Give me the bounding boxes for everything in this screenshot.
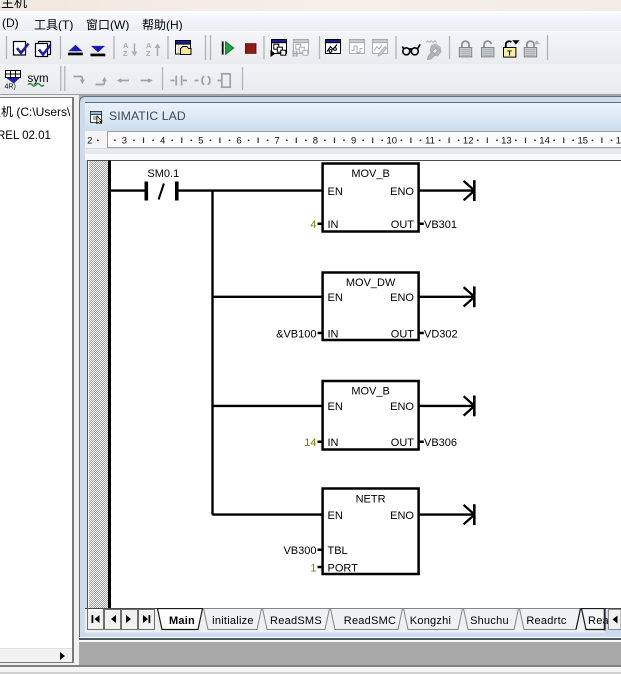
- svg-text:TBL: TBL: [328, 545, 348, 557]
- svg-text:ReadSMC: ReadSMC: [344, 615, 397, 627]
- svg-text:EN: EN: [328, 292, 343, 304]
- svg-text:9: 9: [351, 136, 356, 147]
- svg-text:ReadSMS: ReadSMS: [270, 615, 322, 627]
- svg-text:VB301: VB301: [424, 219, 457, 231]
- svg-text:OUT: OUT: [391, 437, 415, 449]
- svg-text:ENO: ENO: [390, 401, 414, 413]
- svg-text:OUT: OUT: [391, 219, 415, 231]
- svg-text:14: 14: [304, 437, 316, 449]
- svg-text:IN: IN: [328, 219, 339, 231]
- svg-text:11: 11: [425, 136, 435, 147]
- svg-text:EN: EN: [328, 510, 343, 522]
- svg-text:12: 12: [463, 136, 474, 147]
- svg-text:ENO: ENO: [390, 292, 414, 304]
- svg-text:T: T: [507, 48, 512, 57]
- svg-text:Z: Z: [123, 49, 128, 58]
- svg-text:EN: EN: [328, 186, 343, 198]
- svg-text:4: 4: [160, 136, 165, 147]
- svg-text:SM0.1: SM0.1: [147, 168, 179, 180]
- svg-text:ENO: ENO: [390, 510, 414, 522]
- svg-text:6: 6: [236, 136, 241, 147]
- svg-text:Kongzhi: Kongzhi: [410, 615, 452, 627]
- svg-text:8: 8: [313, 136, 318, 147]
- svg-text:Shuchu: Shuchu: [470, 615, 509, 627]
- svg-text:MOV_DW: MOV_DW: [346, 277, 396, 289]
- svg-text:&VB100: &VB100: [276, 328, 316, 340]
- svg-text:10: 10: [387, 136, 398, 147]
- svg-text:4R): 4R): [5, 84, 16, 91]
- svg-text:3: 3: [122, 136, 127, 147]
- svg-text:initialize: initialize: [212, 615, 254, 627]
- svg-text:5: 5: [198, 136, 203, 147]
- svg-text:MOV_B: MOV_B: [351, 386, 390, 398]
- svg-text:IN: IN: [328, 328, 339, 340]
- svg-text:OUT: OUT: [391, 328, 415, 340]
- svg-text:VB300: VB300: [283, 545, 316, 557]
- svg-text:ENO: ENO: [390, 186, 414, 198]
- svg-text:15: 15: [578, 136, 589, 147]
- svg-text:VB306: VB306: [424, 437, 457, 449]
- svg-text:IN: IN: [328, 437, 339, 449]
- svg-text:7: 7: [275, 136, 280, 147]
- svg-text:Main: Main: [169, 615, 195, 627]
- svg-text:14: 14: [539, 136, 550, 147]
- svg-text:EN: EN: [328, 401, 343, 413]
- svg-text:MOV_B: MOV_B: [351, 168, 390, 180]
- svg-text:VD302: VD302: [424, 328, 458, 340]
- svg-text:NETR: NETR: [356, 493, 386, 505]
- svg-text:Readrtc: Readrtc: [526, 615, 567, 627]
- svg-text:2: 2: [87, 136, 92, 147]
- svg-text:Z: Z: [146, 49, 151, 58]
- svg-text:PORT: PORT: [328, 562, 359, 574]
- svg-text:13: 13: [501, 136, 512, 147]
- svg-text:16: 16: [616, 136, 621, 147]
- svg-text:4: 4: [310, 219, 316, 231]
- svg-text:Rea: Rea: [588, 615, 610, 627]
- svg-text:1: 1: [310, 562, 316, 574]
